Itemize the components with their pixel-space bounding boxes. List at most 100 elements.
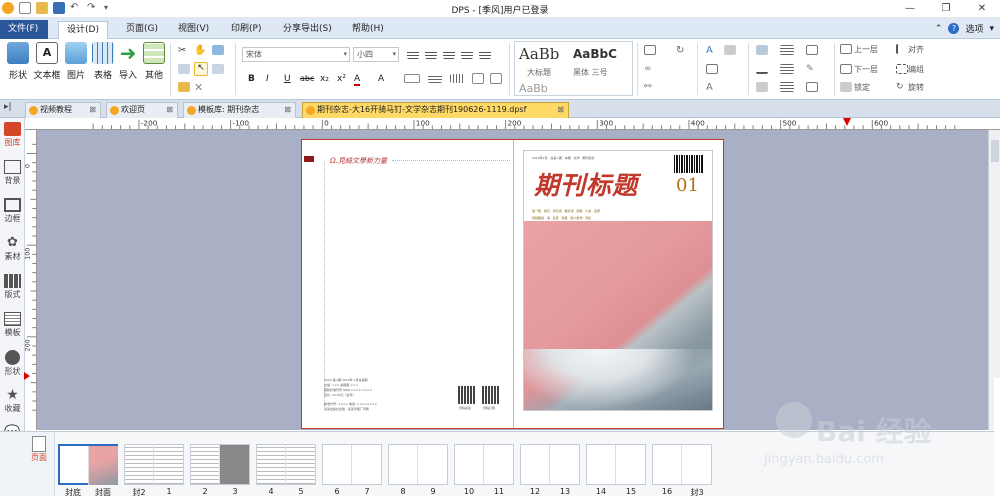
other-button[interactable]: 其他 xyxy=(140,42,168,81)
line-color-icon[interactable] xyxy=(756,64,768,74)
help-icon[interactable]: ? xyxy=(948,23,960,34)
highlight-button[interactable]: A xyxy=(378,74,384,84)
hand-tool-icon[interactable]: ✋ xyxy=(194,45,206,56)
ruler-marker[interactable] xyxy=(843,118,851,126)
distribute-icon[interactable] xyxy=(479,50,491,59)
align-button[interactable]: 对齐 xyxy=(908,44,924,55)
back-page-header[interactable]: Ω.見綺文學新力量 xyxy=(330,156,387,166)
font-family-select[interactable]: 宋体 ▾ xyxy=(242,47,350,62)
page-thumbnail[interactable] xyxy=(586,444,646,485)
close-tab-icon[interactable]: ⊠ xyxy=(166,103,173,117)
subscript-button[interactable]: x₂ xyxy=(320,74,329,84)
tab-file[interactable]: 文件(F) xyxy=(0,20,48,39)
options-chevron-icon[interactable]: ▾ xyxy=(989,24,994,34)
close-button[interactable]: ✕ xyxy=(964,0,1000,18)
page-thumbnail[interactable] xyxy=(652,444,712,485)
align-center-icon[interactable] xyxy=(425,50,437,59)
sidebar-item-material[interactable]: ✿ 素材 xyxy=(0,236,25,262)
group-button[interactable]: 编组 xyxy=(908,64,924,75)
sidebar-item-border[interactable]: 边框 xyxy=(0,198,25,224)
page-thumbnail[interactable] xyxy=(454,444,514,485)
border-style-icon[interactable] xyxy=(806,45,818,55)
edit-points-icon[interactable]: ✎ xyxy=(806,64,818,74)
lock-button[interactable]: 锁定 xyxy=(854,82,870,93)
bring-forward-button[interactable]: 上一层 xyxy=(854,44,878,55)
rotate-object-icon[interactable]: ↻ xyxy=(676,45,688,56)
italic-button[interactable]: I xyxy=(266,74,269,84)
superscript-button[interactable]: x² xyxy=(337,74,346,84)
textbox-frame-icon[interactable] xyxy=(472,73,484,84)
tab-view[interactable]: 视图(V) xyxy=(170,21,217,39)
close-tab-icon[interactable]: ⊠ xyxy=(89,103,96,117)
line-spacing-icon[interactable] xyxy=(428,74,442,83)
text-shadow-icon[interactable]: A xyxy=(706,82,718,93)
paint-tool-icon[interactable] xyxy=(212,45,224,55)
page-thumbnail[interactable] xyxy=(58,444,118,485)
align-right-icon[interactable] xyxy=(443,50,455,59)
page-thumbnail[interactable] xyxy=(388,444,448,485)
cover-photo[interactable] xyxy=(524,221,712,410)
maximize-button[interactable]: ❐ xyxy=(928,0,964,18)
page-thumbnail[interactable] xyxy=(190,444,250,485)
font-color-button[interactable]: A xyxy=(354,74,361,86)
doc-tab-video-tutorial[interactable]: 视频教程 ⊠ xyxy=(25,102,101,118)
link-icon[interactable]: ∞ xyxy=(644,64,656,74)
char-spacing-icon[interactable] xyxy=(404,74,420,83)
close-tab-icon[interactable]: ⊠ xyxy=(557,103,564,117)
back-page-info[interactable]: 2019 第×期 2019年 1月总第期 主编: ××× 编辑部 ××× 国际标… xyxy=(324,378,454,412)
tab-print[interactable]: 印刷(P) xyxy=(223,21,269,39)
object-border-icon[interactable] xyxy=(644,45,656,55)
columns-icon[interactable] xyxy=(450,74,464,83)
cover-title[interactable]: 期刊标题 xyxy=(534,166,638,202)
edit-text-icon[interactable] xyxy=(706,64,718,74)
cover-page[interactable]: 2019年1月 · 总第×期 · 本期 · 文学 · 期刊杂志 期刊标题 01 … xyxy=(523,150,713,411)
page-thumbnail[interactable] xyxy=(256,444,316,485)
paste-icon[interactable] xyxy=(178,82,190,92)
font-size-select[interactable]: 小四 ▾ xyxy=(353,47,399,62)
page-thumbnail[interactable] xyxy=(322,444,382,485)
sidebar-item-layout[interactable]: 版式 xyxy=(0,274,25,300)
panel-toggle-icon[interactable]: ▸| xyxy=(4,102,12,112)
transparency-icon[interactable] xyxy=(806,82,818,92)
sidebar-item-favorites[interactable]: ★ 收藏 xyxy=(0,388,25,414)
qr-code-image[interactable] xyxy=(482,386,500,404)
tab-share-export[interactable]: 分享导出(S) xyxy=(275,21,340,39)
text-color-icon[interactable]: A xyxy=(706,45,718,56)
format-painter-icon[interactable] xyxy=(212,64,224,74)
options-menu[interactable]: 选项 xyxy=(965,22,983,35)
tab-design[interactable]: 设计(D) xyxy=(58,21,108,39)
copy-icon[interactable] xyxy=(178,64,190,74)
sidebar-item-template[interactable]: 模板 xyxy=(0,312,25,338)
delete-icon[interactable]: ✕ xyxy=(194,81,206,94)
strikethrough-button[interactable]: abc xyxy=(300,74,314,83)
sidebar-item-shape[interactable]: 形状 xyxy=(0,350,25,377)
textbox-frame-icon[interactable] xyxy=(490,73,502,84)
image-button[interactable]: 图片 xyxy=(62,42,90,81)
scrollbar-thumb[interactable] xyxy=(991,140,999,162)
shape-button[interactable]: 形状 xyxy=(4,42,32,81)
doc-tab-current-document[interactable]: 期刊杂志-大16开骑马钉-文学杂志期刊190626-1119.dpsf ⊠ xyxy=(302,102,569,118)
sidebar-item-background[interactable]: 背景 xyxy=(0,160,25,186)
import-button[interactable]: ➜ 导入 xyxy=(114,42,142,81)
minimize-button[interactable]: — xyxy=(892,0,928,18)
doc-tab-welcome[interactable]: 欢迎页 ⊠ xyxy=(106,102,178,118)
style-preview-more[interactable]: AaBb xyxy=(519,82,548,95)
close-tab-icon[interactable]: ⊠ xyxy=(284,103,291,117)
cover-issue-number[interactable]: 01 xyxy=(676,175,699,196)
underline-button[interactable]: U xyxy=(284,74,291,84)
style-preview-heiti[interactable]: AaBbC xyxy=(573,47,633,61)
page-thumbnail[interactable] xyxy=(520,444,580,485)
table-button[interactable]: 表格 xyxy=(89,42,117,81)
fill-color-icon[interactable] xyxy=(756,45,768,55)
page-thumbnail[interactable] xyxy=(124,444,184,485)
qr-code-image[interactable] xyxy=(458,386,476,404)
doc-tab-template-library[interactable]: 模板库: 期刊杂志 ⊠ xyxy=(183,102,296,118)
unlink-icon[interactable]: ⚯ xyxy=(644,82,656,92)
collapse-ribbon-icon[interactable]: ⌃ xyxy=(935,24,943,34)
text-effect-icon[interactable] xyxy=(724,45,736,55)
textbox-button[interactable]: A 文本框 xyxy=(33,42,61,81)
tab-help[interactable]: 帮助(H) xyxy=(344,21,392,39)
vertical-ruler-marker[interactable] xyxy=(24,372,30,380)
barcode-image[interactable] xyxy=(674,155,704,173)
bullet-list-icon[interactable] xyxy=(780,45,794,55)
